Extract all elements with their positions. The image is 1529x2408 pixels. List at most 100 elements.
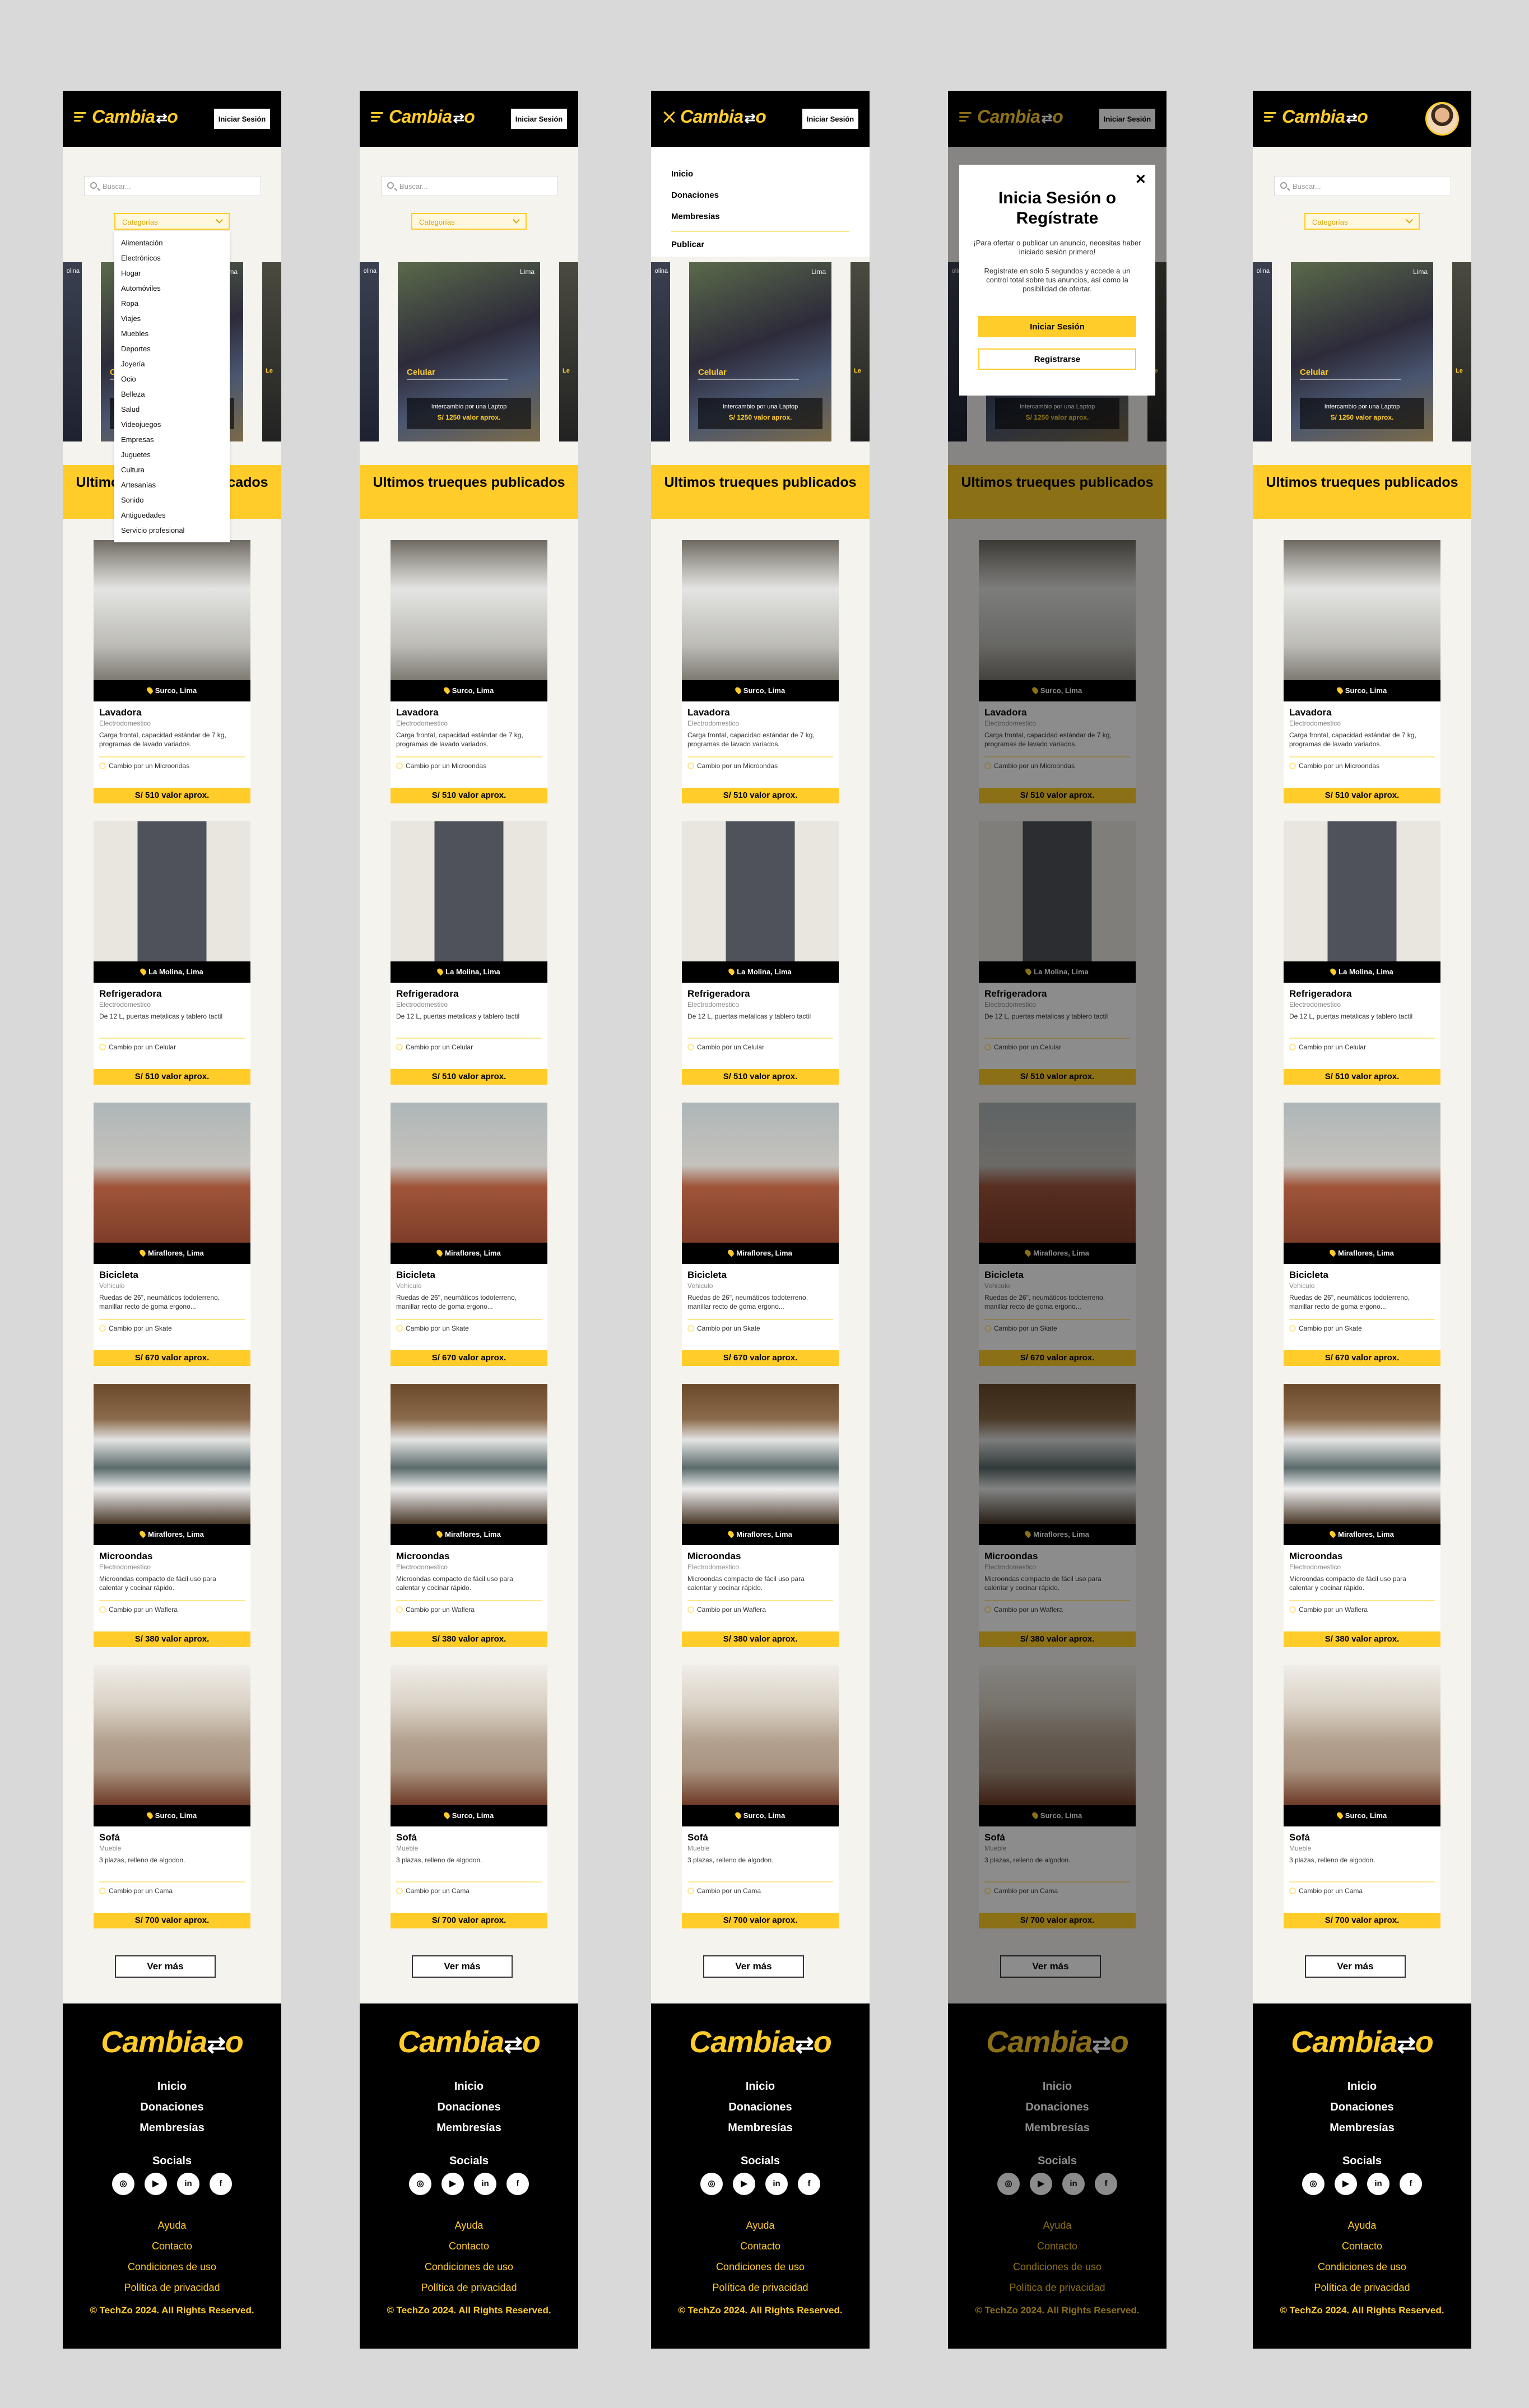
categories-dropdown[interactable]: Categorías — [114, 213, 230, 230]
carousel-prev-card[interactable]: olina — [360, 262, 379, 441]
product-card[interactable]: La Molina, Lima Refrigeradora Electrodomes… — [391, 821, 547, 1085]
footer-link[interactable]: Condiciones de uso — [63, 2257, 281, 2277]
product-photo[interactable] — [391, 540, 547, 680]
footer-link[interactable]: Contacto — [63, 2236, 281, 2257]
footer-link[interactable]: Ayuda — [63, 2215, 281, 2236]
category-option[interactable]: Juguetes — [121, 447, 223, 462]
close-icon[interactable]: ✕ — [1135, 171, 1146, 188]
carousel-next-card[interactable]: Le — [262, 262, 281, 441]
product-card[interactable]: Miraflores, Lima Bicicleta Vehiculo Ruedas … — [682, 1103, 839, 1366]
publish-link[interactable]: Publicar — [671, 234, 704, 255]
footer-logo[interactable]: Cambia⇄o — [63, 2025, 281, 2060]
linkedin-icon[interactable]: in — [1367, 2173, 1389, 2195]
featured-carousel[interactable]: olina Lima Celular Intercambio por una Lapt… — [651, 262, 870, 441]
footer-link[interactable]: Contacto — [360, 2236, 578, 2257]
product-photo[interactable] — [1284, 1665, 1440, 1805]
footer-link[interactable]: Condiciones de uso — [360, 2257, 578, 2277]
product-photo[interactable] — [391, 1384, 547, 1524]
category-option[interactable]: Hogar — [121, 266, 223, 281]
product-photo[interactable] — [1284, 540, 1440, 680]
modal-register-button[interactable]: Registrarse — [978, 348, 1136, 370]
product-photo[interactable] — [391, 821, 547, 961]
logo[interactable]: Cambia⇄o — [92, 106, 178, 127]
category-option[interactable]: Alimentación — [121, 235, 223, 250]
footer-nav-link[interactable]: Inicio — [63, 2076, 281, 2097]
drawer-nav-item[interactable]: Membresías — [671, 206, 849, 227]
product-card[interactable]: Miraflores, Lima Microondas Electrodomesti… — [94, 1384, 250, 1647]
product-card[interactable]: La Molina, Lima Refrigeradora Electrodomes… — [1284, 821, 1440, 1085]
product-photo[interactable] — [682, 821, 839, 961]
user-avatar[interactable] — [1425, 102, 1459, 136]
category-option[interactable]: Salud — [121, 402, 223, 417]
footer-link[interactable]: Contacto — [1253, 2236, 1471, 2257]
instagram-icon[interactable]: ◎ — [409, 2173, 431, 2195]
footer-logo[interactable]: Cambia⇄o — [1253, 2025, 1471, 2060]
see-more-button[interactable]: Ver más — [1305, 1955, 1406, 1978]
product-card[interactable]: Surco, Lima Sofá Mueble 3 plazas, relleno d… — [391, 1665, 547, 1928]
footer-link[interactable]: Política de privacidad — [63, 2277, 281, 2298]
youtube-icon[interactable]: ▶ — [1335, 2173, 1357, 2195]
product-photo[interactable] — [94, 540, 250, 680]
product-photo[interactable] — [682, 540, 839, 680]
product-photo[interactable] — [94, 1103, 250, 1243]
footer-link[interactable]: Contacto — [651, 2236, 870, 2257]
product-photo[interactable] — [94, 1384, 250, 1524]
modal-backdrop[interactable] — [948, 91, 1166, 2349]
youtube-icon[interactable]: ▶ — [733, 2173, 755, 2195]
product-photo[interactable] — [94, 1665, 250, 1805]
footer-link[interactable]: Ayuda — [1253, 2215, 1471, 2236]
linkedin-icon[interactable]: in — [177, 2173, 199, 2195]
categories-dropdown[interactable]: Categorías — [1304, 213, 1420, 230]
login-button[interactable]: Iniciar Sesión — [511, 109, 567, 129]
youtube-icon[interactable]: ▶ — [145, 2173, 167, 2195]
product-photo[interactable] — [1284, 821, 1440, 961]
category-option[interactable]: Ocio — [121, 371, 223, 387]
product-card[interactable]: Surco, Lima Sofá Mueble 3 plazas, relleno d… — [682, 1665, 839, 1928]
footer-link[interactable]: Condiciones de uso — [1253, 2257, 1471, 2277]
categories-dropdown[interactable]: Categorías — [411, 213, 527, 230]
product-photo[interactable] — [1284, 1103, 1440, 1243]
instagram-icon[interactable]: ◎ — [700, 2173, 723, 2195]
logo[interactable]: Cambia⇄o — [389, 106, 475, 127]
footer-nav-link[interactable]: Membresías — [63, 2118, 281, 2139]
carousel-next-card[interactable]: Le — [559, 262, 578, 441]
product-card[interactable]: La Molina, Lima Refrigeradora Electrodomes… — [94, 821, 250, 1085]
category-option[interactable]: Ropa — [121, 296, 223, 311]
product-photo[interactable] — [682, 1103, 839, 1243]
carousel-next-card[interactable]: Le — [1452, 262, 1471, 441]
footer-nav-link[interactable]: Membresías — [1253, 2118, 1471, 2139]
footer-nav-link[interactable]: Inicio — [1253, 2076, 1471, 2097]
product-photo[interactable] — [1284, 1384, 1440, 1524]
instagram-icon[interactable]: ◎ — [1302, 2173, 1324, 2195]
search-input[interactable]: Buscar... — [1274, 176, 1451, 196]
product-card[interactable]: Surco, Lima Sofá Mueble 3 plazas, relleno d… — [1284, 1665, 1440, 1928]
product-photo[interactable] — [682, 1665, 839, 1805]
product-card[interactable]: Surco, Lima Lavadora Electrodomestico Carga… — [391, 540, 547, 803]
category-option[interactable]: Automóviles — [121, 281, 223, 296]
product-card[interactable]: Miraflores, Lima Bicicleta Vehiculo Ruedas … — [94, 1103, 250, 1366]
close-menu-icon[interactable] — [661, 109, 678, 125]
youtube-icon[interactable]: ▶ — [441, 2173, 464, 2195]
featured-carousel[interactable]: olina Lima Celular Intercambio por una Lapt… — [1253, 262, 1471, 441]
linkedin-icon[interactable]: in — [765, 2173, 788, 2195]
drawer-nav-item[interactable]: Donaciones — [671, 185, 849, 206]
product-photo[interactable] — [391, 1665, 547, 1805]
product-photo[interactable] — [391, 1103, 547, 1243]
category-option[interactable]: Servicio profesional — [121, 523, 223, 538]
see-more-button[interactable]: Ver más — [412, 1955, 513, 1978]
category-option[interactable]: Cultura — [121, 462, 223, 477]
footer-link[interactable]: Política de privacidad — [360, 2277, 578, 2298]
product-card[interactable]: Miraflores, Lima Microondas Electrodomesti… — [1284, 1384, 1440, 1647]
drawer-nav-item[interactable]: Inicio — [671, 164, 849, 185]
footer-nav-link[interactable]: Inicio — [360, 2076, 578, 2097]
footer-logo[interactable]: Cambia⇄o — [360, 2025, 578, 2060]
product-card[interactable]: Surco, Lima Lavadora Electrodomestico Carga… — [1284, 540, 1440, 803]
footer-nav-link[interactable]: Donaciones — [651, 2097, 870, 2118]
category-option[interactable]: Viajes — [121, 311, 223, 326]
hamburger-menu-icon[interactable] — [1264, 112, 1276, 122]
footer-nav-link[interactable]: Inicio — [651, 2076, 870, 2097]
login-button[interactable]: Iniciar Sesión — [214, 109, 270, 129]
product-card[interactable]: La Molina, Lima Refrigeradora Electrodomes… — [682, 821, 839, 1085]
carousel-prev-card[interactable]: olina — [1253, 262, 1272, 441]
category-option[interactable]: Muebles — [121, 326, 223, 341]
